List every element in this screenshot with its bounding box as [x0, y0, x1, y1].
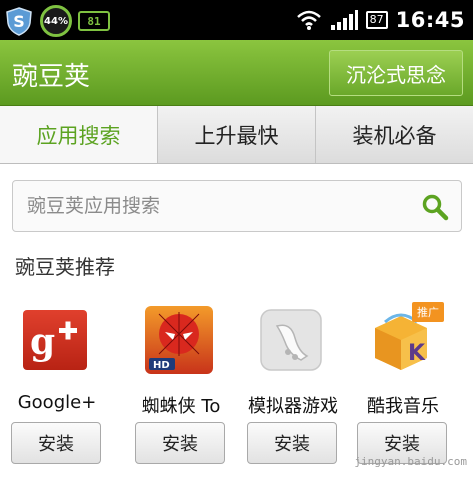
security-shield-icon: S	[6, 7, 32, 36]
app-header: 豌豆荚 沉沦式思念	[0, 40, 473, 106]
svg-text:K: K	[408, 341, 426, 366]
tab-bar: 应用搜索 上升最快 装机必备	[0, 106, 473, 164]
battery-icon: 87	[365, 11, 388, 29]
app-name: 模拟器游戏	[248, 396, 338, 417]
app-name: 蜘蛛侠 To	[141, 396, 221, 417]
battery-ring-icon: 44%	[40, 5, 72, 37]
tab-essentials[interactable]: 装机必备	[315, 106, 473, 163]
signal-strength-icon	[330, 10, 358, 30]
svg-text:S: S	[13, 12, 25, 31]
status-right-icons: 87 16:45	[296, 0, 465, 40]
install-button[interactable]: 安装	[247, 422, 337, 464]
wifi-icon	[296, 10, 321, 30]
memory-badge: 81	[78, 11, 110, 31]
install-button[interactable]: 安装	[11, 422, 101, 464]
svg-text:HD: HD	[153, 360, 170, 371]
svg-text:g: g	[30, 321, 55, 363]
promo-badge: 推广	[412, 302, 444, 322]
install-button[interactable]: 安装	[135, 422, 225, 464]
search-box	[12, 180, 462, 232]
app-name: 酷我音乐	[367, 396, 439, 417]
search-input[interactable]	[27, 192, 407, 220]
clock: 16:45	[395, 8, 465, 32]
watermark: jingyan.baidu.com	[354, 455, 467, 468]
app-title: 豌豆荚	[12, 62, 91, 92]
app-item-google-plus[interactable]: g Google+ 安装	[0, 300, 114, 486]
tab-app-search[interactable]: 应用搜索	[0, 106, 157, 163]
section-title: 豌豆荚推荐	[15, 255, 115, 279]
status-left-icons: S 44% 81	[4, 5, 110, 37]
tab-rising-fastest[interactable]: 上升最快	[157, 106, 315, 163]
header-action-button[interactable]: 沉沦式思念	[329, 50, 463, 96]
app-item-emulator[interactable]: 模拟器游戏 安装	[236, 300, 350, 486]
search-icon[interactable]	[421, 193, 449, 221]
google-plus-icon: g	[23, 310, 87, 370]
emulator-icon	[260, 309, 322, 371]
app-item-spiderman[interactable]: HD 蜘蛛侠 To 安装	[124, 300, 238, 486]
spiderman-icon: HD	[145, 306, 213, 374]
status-bar: S 44% 81 87 16:45	[0, 0, 473, 40]
app-name: Google+	[17, 392, 97, 413]
